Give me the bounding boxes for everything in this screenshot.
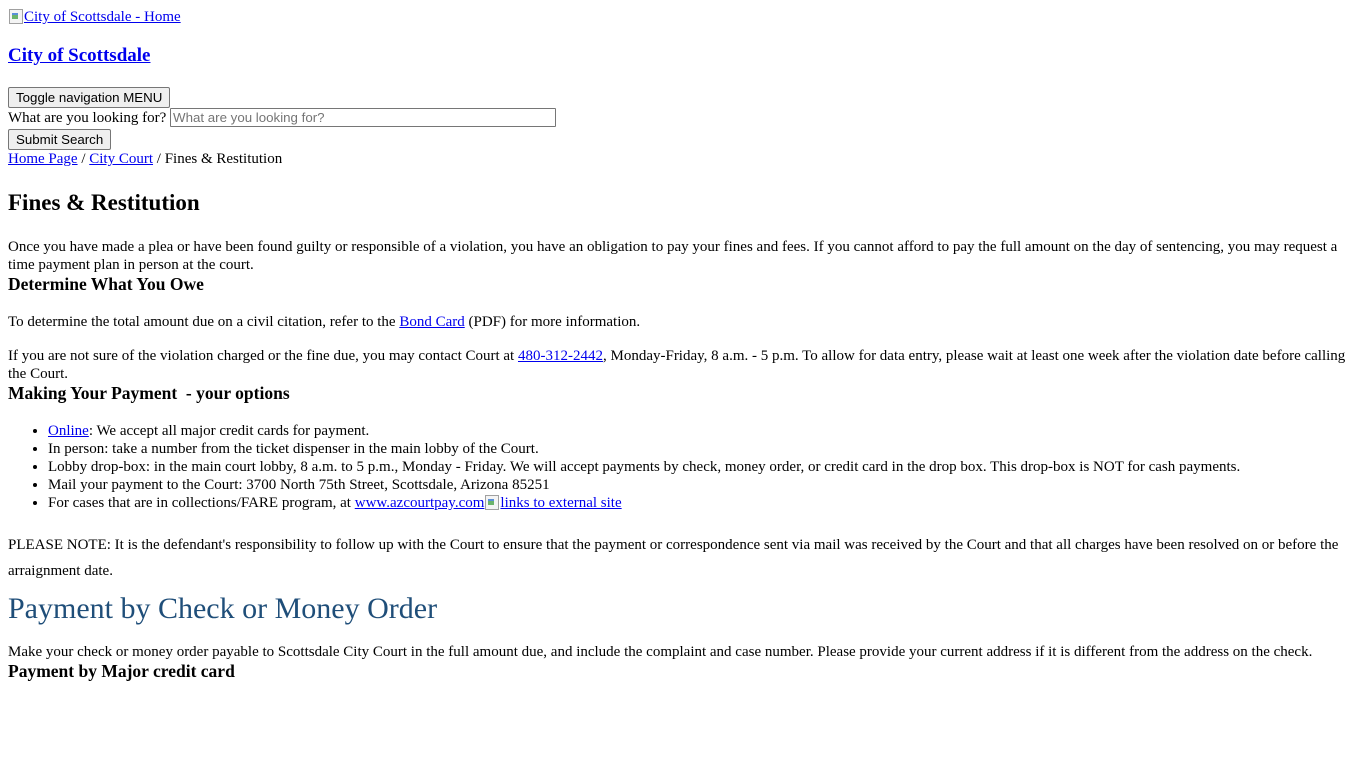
breadcrumb-current: Fines & Restitution <box>164 151 283 167</box>
breadcrumb-separator: / <box>156 151 161 167</box>
breadcrumb-separator: / <box>81 151 86 167</box>
toggle-navigation-button[interactable]: Toggle navigation MENU <box>8 87 171 108</box>
intro-paragraph: Once you have made a plea or have been f… <box>8 239 1338 273</box>
please-note-paragraph: PLEASE NOTE: It is the defendant's respo… <box>8 537 1339 579</box>
site-title: City of Scottsdale <box>8 45 1358 67</box>
broken-image-icon <box>8 8 24 24</box>
contact-paragraph: If you are not sure of the violation cha… <box>8 347 1358 383</box>
search-row: What are you looking for? <box>8 108 1358 129</box>
external-link-alt-text: links to external site <box>500 495 622 511</box>
determine-owe-heading: Determine What You Owe <box>8 274 204 294</box>
making-payment-heading: Making Your Payment - your options <box>8 383 290 403</box>
submit-search-button[interactable]: Submit Search <box>8 129 112 150</box>
breadcrumb: Home Page / City Court / Fines & Restitu… <box>8 150 1358 169</box>
submit-row: Submit Search <box>8 129 1358 150</box>
page-title: Fines & Restitution <box>8 190 200 215</box>
logo-home-link[interactable]: City of Scottsdale - Home <box>8 8 181 26</box>
bond-card-paragraph: To determine the total amount due on a c… <box>8 313 1358 331</box>
breadcrumb-home[interactable]: Home Page <box>8 151 78 167</box>
external-link-icon <box>484 494 500 510</box>
bond-text-post: (PDF) for more information. <box>464 314 641 330</box>
site-title-link[interactable]: City of Scottsdale <box>8 45 150 66</box>
search-input[interactable] <box>170 108 557 127</box>
azcourtpay-link-text: www.azcourtpay.com <box>354 495 485 511</box>
search-label: What are you looking for? <box>8 110 167 126</box>
payment-options-list: Online: We accept all major credit cards… <box>8 422 1358 512</box>
breadcrumb-city-court[interactable]: City Court <box>89 151 153 167</box>
bond-card-link[interactable]: Bond Card <box>399 314 464 330</box>
check-payment-heading: Payment by Check or Money Order <box>8 592 438 625</box>
check-payment-paragraph: Make your check or money order payable t… <box>8 644 1313 660</box>
online-payment-text: : We accept all major credit cards for p… <box>88 423 370 439</box>
list-item: Online: We accept all major credit cards… <box>48 422 1358 440</box>
credit-card-heading: Payment by Major credit card <box>8 661 235 681</box>
list-item: In person: take a number from the ticket… <box>48 440 1358 458</box>
bond-text-pre: To determine the total amount due on a c… <box>8 314 400 330</box>
collections-text: For cases that are in collections/FARE p… <box>48 495 355 511</box>
court-phone-link[interactable]: 480-312-2442 <box>518 348 603 364</box>
list-item: Lobby drop-box: in the main court lobby,… <box>48 458 1358 476</box>
nav-toggle-row: Toggle navigation MENU <box>8 87 1358 108</box>
list-item: Mail your payment to the Court: 3700 Nor… <box>48 476 1358 494</box>
contact-text-pre: If you are not sure of the violation cha… <box>8 348 518 364</box>
list-item: For cases that are in collections/FARE p… <box>48 494 1358 512</box>
azcourtpay-link[interactable]: www.azcourtpay.com links to external site <box>355 495 622 511</box>
online-payment-link[interactable]: Online <box>48 423 89 439</box>
page: City of Scottsdale - Home City of Scotts… <box>0 0 1366 681</box>
logo-alt-text: City of Scottsdale - Home <box>24 9 181 25</box>
